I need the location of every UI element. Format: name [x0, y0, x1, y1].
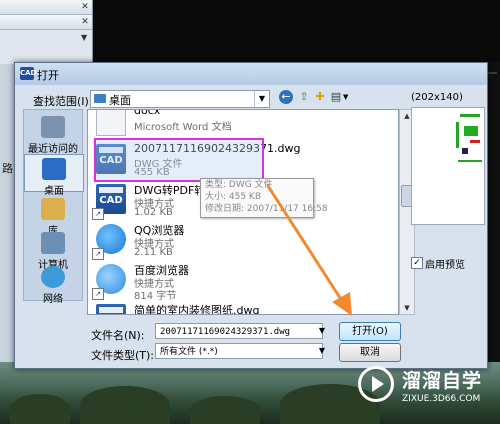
filetype-select[interactable]: 所有文件 (*.*) — [155, 343, 323, 359]
autocad-app-icon: CAD — [20, 67, 36, 80]
file-type: Microsoft Word 文档 — [134, 122, 232, 133]
look-in-select[interactable]: 桌面 ▼ — [90, 90, 270, 108]
tooltip-type: 类型: DWG 文件 — [205, 180, 273, 190]
close-icon[interactable]: ✕ — [80, 17, 90, 27]
file-info-tooltip: 类型: DWG 文件 大小: 455 KB 修改日期: 2007/11/17 1… — [200, 178, 328, 218]
chevron-down-icon[interactable]: ▼ — [81, 34, 89, 42]
file-item[interactable]: CAD 简单的室内装修图纸.dwg — [92, 300, 382, 315]
desktop-icon — [42, 158, 66, 180]
dialog-title: 打开 — [37, 69, 59, 82]
network-icon — [41, 266, 65, 288]
place-network[interactable]: 网络 — [24, 266, 82, 305]
background-window: ✕ ✕ ▼ — [0, 0, 93, 64]
background-toolbar — [0, 15, 92, 30]
dialog-titlebar[interactable] — [15, 63, 487, 85]
background-titlebar — [0, 0, 92, 15]
views-menu-icon[interactable]: ▤ — [329, 90, 343, 104]
checkmark-icon[interactable]: ✓ — [411, 257, 423, 269]
place-label: 桌面 — [44, 186, 64, 197]
look-in-value: 桌面 — [109, 94, 131, 107]
folder-icon — [94, 94, 106, 103]
drawing-preview — [411, 107, 485, 225]
filename-input[interactable]: 20071171169024329371.dwg — [155, 323, 323, 339]
background-side-label: 路 — [2, 162, 13, 175]
place-desktop[interactable]: 桌面 — [24, 154, 84, 197]
shortcut-arrow-icon: ↗ — [92, 208, 104, 220]
file-size: 1.02 KB — [134, 207, 173, 218]
selection-highlight-box — [94, 138, 264, 182]
chevron-down-icon[interactable]: ▼ — [254, 91, 269, 107]
back-arrow-icon[interactable]: ← — [279, 90, 293, 104]
new-folder-icon[interactable]: ✚ — [313, 90, 327, 104]
background-sidebar: 路 — [0, 64, 15, 364]
enable-preview-label: 启用预览 — [425, 260, 465, 271]
chevron-down-icon[interactable]: ▼ — [343, 93, 348, 101]
file-item[interactable]: ↗ 百度浏览器 快捷方式 814 字节 — [92, 260, 382, 302]
shortcut-arrow-icon: ↗ — [92, 248, 104, 260]
close-icon[interactable]: ✕ — [80, 2, 90, 12]
computer-icon — [41, 232, 65, 254]
preview-size: (202x140) — [411, 92, 463, 103]
file-name: 简单的室内装修图纸.dwg — [134, 304, 260, 315]
open-button[interactable]: 打开(O) — [339, 322, 401, 341]
dwg-file-icon: CAD — [96, 304, 126, 314]
scroll-down-icon[interactable]: ▼ — [400, 302, 414, 314]
places-bar: 最近访问的位置 桌面 库 计算机 网络 — [23, 109, 84, 305]
look-in-label: 查找范围(I): — [33, 95, 93, 108]
chevron-down-icon[interactable]: ▼ — [315, 343, 329, 359]
chevron-down-icon[interactable]: ▼ — [315, 323, 329, 339]
shortcut-arrow-icon: ↗ — [92, 288, 104, 300]
tooltip-size: 大小: 455 KB — [205, 192, 262, 202]
play-logo-icon — [358, 366, 394, 402]
file-item[interactable]: ↗ QQ浏览器 快捷方式 2.11 KB — [92, 220, 382, 260]
recent-places-icon — [41, 116, 65, 138]
tooltip-date: 修改日期: 2007/11/17 16:58 — [205, 204, 328, 214]
filetype-label: 文件类型(T): — [91, 349, 155, 362]
place-label: 网络 — [43, 294, 63, 305]
libraries-icon — [41, 198, 65, 220]
watermark: 溜溜自学 ZIXUE.3D66.COM — [352, 360, 500, 416]
up-folder-icon[interactable]: ⇧ — [297, 90, 311, 104]
watermark-brand: 溜溜自学 — [402, 370, 483, 392]
filename-label: 文件名(N): — [91, 329, 145, 342]
word-document-icon — [96, 110, 126, 136]
file-size: 2.11 KB — [134, 247, 173, 258]
file-name: docx — [134, 109, 161, 117]
watermark-url: ZIXUE.3D66.COM — [402, 394, 481, 404]
